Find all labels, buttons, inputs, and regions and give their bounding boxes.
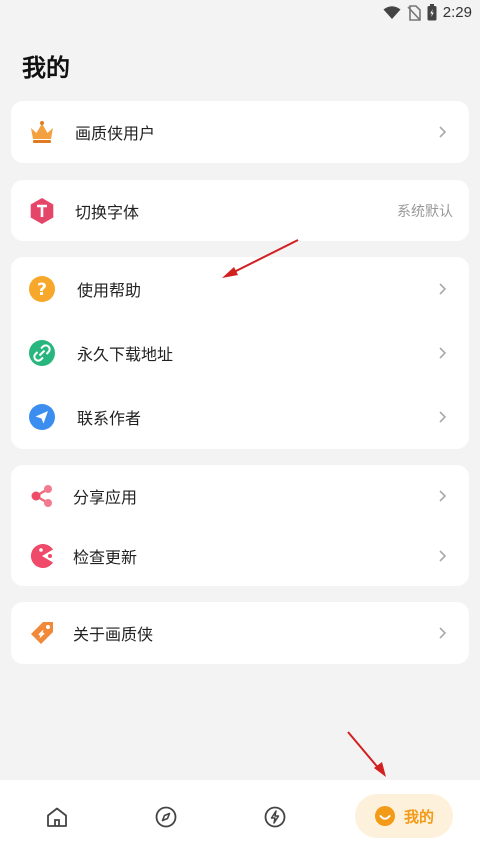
vip-user-label: 画质侠用户 [75,124,156,143]
chevron-right-icon [439,490,447,502]
switch-font-row[interactable]: 切换字体 系统默认 [11,180,469,241]
chevron-right-icon [439,411,447,423]
bottom-nav: 我的 [0,780,480,853]
nav-discover[interactable] [144,780,188,853]
share-app-row[interactable]: 分享应用 [11,465,469,527]
question-icon: ? [28,275,56,303]
status-time: 2:29 [442,4,472,21]
nav-home[interactable] [35,780,79,853]
about-label: 关于画质侠 [73,625,154,644]
tag-icon [28,619,56,647]
no-sim-icon [407,4,421,21]
chevron-right-icon [439,347,447,359]
svg-text:?: ? [37,280,47,300]
smile-icon [374,806,395,826]
font-icon [28,197,56,225]
vip-card: 画质侠用户 [11,101,469,163]
share-icon [28,482,56,510]
wifi-icon [383,5,401,19]
status-bar: 2:29 [0,0,480,28]
font-current-value: 系统默认 [397,203,453,220]
share-app-label: 分享应用 [73,488,138,507]
nav-mine-label: 我的 [403,807,434,826]
home-icon [47,807,67,827]
download-address-label: 永久下载地址 [77,345,174,364]
chevron-right-icon [439,126,447,138]
app-card: 分享应用 检查更新 [11,465,469,586]
check-update-row[interactable]: 检查更新 [11,525,469,587]
update-icon [28,542,56,570]
check-update-label: 检查更新 [73,548,138,567]
switch-font-label: 切换字体 [75,202,140,222]
link-icon [28,339,56,367]
contact-author-row[interactable]: 联系作者 [11,386,469,448]
lightning-icon [264,806,286,827]
contact-author-label: 联系作者 [77,409,142,428]
send-icon [28,403,56,431]
crown-icon [28,118,56,146]
help-card: ? 使用帮助 永久下载地址 联系作者 [11,257,469,449]
chevron-right-icon [439,550,447,562]
about-row[interactable]: 关于画质侠 [11,602,469,664]
about-card: 关于画质侠 [11,602,469,664]
chevron-right-icon [439,283,447,295]
compass-icon [155,806,177,827]
page-title: 我的 [22,54,70,82]
help-label: 使用帮助 [77,281,142,300]
chevron-right-icon [439,627,447,639]
nav-boost[interactable] [253,780,297,853]
battery-icon [427,4,437,21]
vip-user-row[interactable]: 画质侠用户 [11,101,469,163]
nav-mine[interactable]: 我的 [355,794,453,838]
annotation-arrow-help [222,239,299,278]
font-card: 切换字体 系统默认 [11,180,469,241]
annotation-arrow-nav [347,731,386,777]
download-address-row[interactable]: 永久下载地址 [11,322,469,384]
